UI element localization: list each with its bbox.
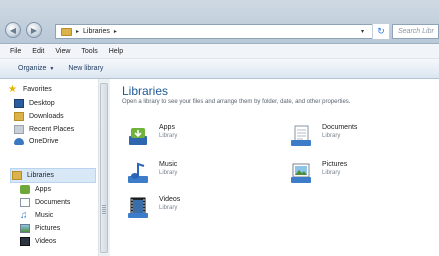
library-item-pictures[interactable]: Pictures Library	[289, 161, 347, 185]
organize-button[interactable]: Organize ▼	[18, 65, 54, 72]
videos-library-icon	[126, 196, 150, 220]
library-type: Library	[322, 133, 341, 139]
nav-item-videos[interactable]: Videos	[20, 237, 56, 246]
organize-label: Organize	[18, 65, 47, 72]
library-item-apps[interactable]: Apps Library	[126, 124, 177, 148]
refresh-button[interactable]: ↻	[372, 24, 389, 39]
apps-icon	[20, 185, 30, 194]
breadcrumb-separator-icon: ▸	[76, 29, 80, 35]
chevron-down-icon: ▼	[49, 66, 55, 72]
recent-places-icon	[14, 125, 24, 134]
nav-item-desktop[interactable]: Desktop	[14, 99, 55, 108]
new-library-button[interactable]: New library	[68, 65, 103, 72]
library-item-videos[interactable]: Videos Library	[126, 196, 180, 220]
menu-help[interactable]: Help	[109, 48, 123, 55]
pictures-library-icon	[289, 161, 313, 185]
library-name: Apps	[159, 124, 175, 131]
page-subtitle: Open a library to see your files and arr…	[122, 99, 351, 105]
library-name: Pictures	[322, 161, 348, 168]
command-bar: Organize ▼ New library	[0, 59, 439, 79]
breadcrumb-separator-icon[interactable]: ▸	[114, 28, 117, 35]
library-name: Documents	[322, 124, 358, 131]
nav-item-pictures[interactable]: Pictures	[20, 224, 60, 233]
library-item-music[interactable]: Music Library	[126, 161, 177, 185]
documents-icon	[20, 198, 30, 207]
nav-item-documents[interactable]: Documents	[20, 198, 70, 207]
search-input[interactable]: Search Libr	[392, 24, 439, 39]
scrollbar-grip-icon	[102, 205, 106, 215]
music-note-icon: ♫	[20, 210, 28, 221]
title-bar: ◀ ▶ ▸ Libraries ▸ ▾ ↻ Search Libr	[0, 0, 439, 44]
address-bar[interactable]: ▸ Libraries ▸ ▾	[55, 24, 385, 39]
library-item-documents[interactable]: Documents Library	[289, 124, 357, 148]
refresh-icon: ↻	[377, 26, 385, 36]
libraries-content: Libraries Open a library to see your fil…	[111, 79, 439, 256]
breadcrumb-libraries[interactable]: Libraries	[83, 28, 110, 35]
videos-icon	[20, 237, 30, 246]
apps-library-icon	[126, 124, 150, 148]
nav-scrollbar-thumb[interactable]	[100, 83, 108, 253]
page-title: Libraries	[122, 84, 169, 98]
library-type: Library	[159, 205, 178, 211]
menu-view[interactable]: View	[55, 48, 70, 55]
nav-favorites[interactable]: ★ Favorites	[8, 84, 52, 95]
nav-libraries[interactable]: Libraries	[12, 171, 54, 180]
library-name: Videos	[159, 196, 181, 203]
forward-button[interactable]: ▶	[26, 22, 42, 38]
pictures-icon	[20, 224, 30, 233]
library-type: Library	[159, 133, 178, 139]
menu-file[interactable]: File	[10, 48, 21, 55]
star-icon: ★	[8, 84, 17, 95]
library-name: Music	[159, 161, 178, 168]
nav-item-onedrive[interactable]: OneDrive	[14, 138, 59, 145]
back-button[interactable]: ◀	[5, 22, 21, 38]
forward-arrow-icon: ▶	[30, 25, 38, 35]
menu-tools[interactable]: Tools	[81, 48, 97, 55]
desktop-icon	[14, 99, 24, 108]
downloads-icon	[14, 112, 24, 121]
cloud-icon	[14, 138, 24, 145]
nav-item-downloads[interactable]: Downloads	[14, 112, 64, 121]
library-type: Library	[159, 170, 178, 176]
folder-icon	[61, 27, 72, 36]
back-arrow-icon: ◀	[9, 25, 17, 35]
address-dropdown-icon[interactable]: ▾	[361, 28, 364, 35]
menu-bar: File Edit View Tools Help	[0, 44, 439, 59]
nav-item-recent-places[interactable]: Recent Places	[14, 125, 74, 134]
nav-item-music[interactable]: ♫ Music	[20, 210, 53, 221]
nav-item-apps[interactable]: Apps	[20, 185, 51, 194]
menu-edit[interactable]: Edit	[32, 48, 44, 55]
library-type: Library	[322, 170, 341, 176]
libraries-icon	[12, 171, 22, 180]
documents-library-icon	[289, 124, 313, 148]
navigation-pane: ★ Favorites Desktop Downloads Recent Pla…	[0, 79, 110, 256]
music-library-icon	[126, 161, 150, 185]
